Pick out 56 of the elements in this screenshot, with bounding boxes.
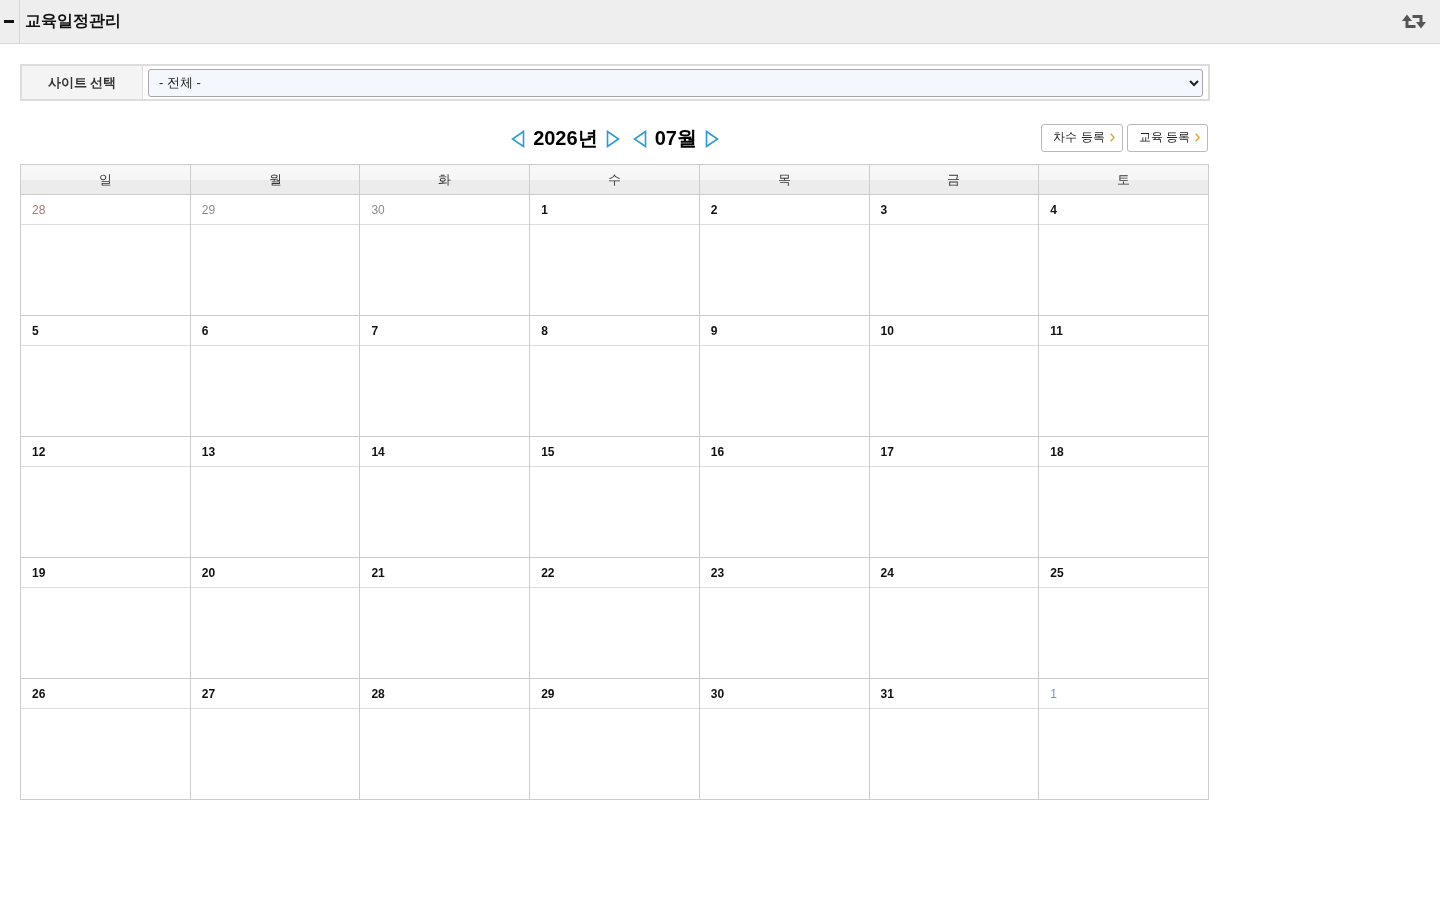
day-number: 27 bbox=[201, 686, 216, 701]
page-title: 교육일정관리 bbox=[25, 11, 121, 31]
weekday-header: 일 bbox=[21, 165, 191, 195]
site-select-label: 사이트 선택 bbox=[47, 73, 117, 92]
day-number: 8 bbox=[541, 323, 548, 338]
day-number: 26 bbox=[32, 686, 46, 701]
weekday-header: 화 bbox=[360, 165, 531, 195]
refresh-icon[interactable] bbox=[1402, 14, 1426, 29]
day-number: 23 bbox=[710, 565, 725, 580]
day-number: 4 bbox=[1050, 202, 1057, 217]
day-number: 10 bbox=[880, 323, 894, 338]
day-number: 5 bbox=[32, 323, 39, 338]
day-number: 11 bbox=[1050, 323, 1063, 338]
weekday-header: 수 bbox=[530, 165, 700, 195]
year-label: 2026년 bbox=[533, 126, 598, 151]
day-number: 29 bbox=[541, 686, 555, 701]
day-number: 21 bbox=[371, 565, 385, 580]
site-select[interactable]: - 전체 - bbox=[148, 68, 1203, 97]
next-month-icon[interactable] bbox=[704, 129, 719, 148]
register-button[interactable]: 차수 등록 bbox=[1041, 123, 1123, 152]
day-number: 2 bbox=[710, 202, 718, 217]
day-number: 24 bbox=[880, 565, 894, 580]
day-number: 9 bbox=[710, 323, 718, 338]
previous-year-icon[interactable] bbox=[511, 129, 526, 148]
day-number: 14 bbox=[371, 444, 385, 459]
chevron-right-icon bbox=[1109, 133, 1115, 142]
day-number: 16 bbox=[710, 444, 725, 459]
month-label: 07월 bbox=[654, 126, 697, 151]
register-button[interactable]: 교육 등록 bbox=[1126, 123, 1208, 152]
day-number: 29 bbox=[201, 202, 216, 217]
day-number: 30 bbox=[371, 202, 385, 217]
day-number: 15 bbox=[541, 444, 555, 459]
day-number: 22 bbox=[541, 565, 555, 580]
day-number: 7 bbox=[371, 323, 379, 338]
day-number: 19 bbox=[32, 565, 46, 580]
day-number: 1 bbox=[541, 202, 548, 217]
day-number: 1 bbox=[1050, 686, 1057, 701]
day-number: 28 bbox=[371, 686, 385, 701]
day-number: 31 bbox=[880, 686, 894, 701]
day-number: 13 bbox=[201, 444, 216, 459]
weekday-header: 월 bbox=[190, 165, 361, 195]
day-number: 18 bbox=[1050, 444, 1064, 459]
day-number: 17 bbox=[880, 444, 894, 459]
day-number: 25 bbox=[1050, 565, 1064, 580]
day-number: 6 bbox=[201, 323, 209, 338]
chevron-right-icon bbox=[1195, 133, 1200, 142]
previous-month-icon[interactable] bbox=[632, 129, 647, 148]
weekday-header: 목 bbox=[699, 165, 870, 195]
day-number: 12 bbox=[32, 444, 46, 459]
day-number: 28 bbox=[32, 202, 46, 217]
day-number: 20 bbox=[201, 565, 216, 580]
next-year-icon[interactable] bbox=[605, 129, 620, 148]
weekday-header: 금 bbox=[869, 165, 1040, 195]
day-number: 3 bbox=[880, 202, 888, 217]
day-number: 30 bbox=[710, 686, 725, 701]
weekday-header: 토 bbox=[1039, 165, 1209, 195]
